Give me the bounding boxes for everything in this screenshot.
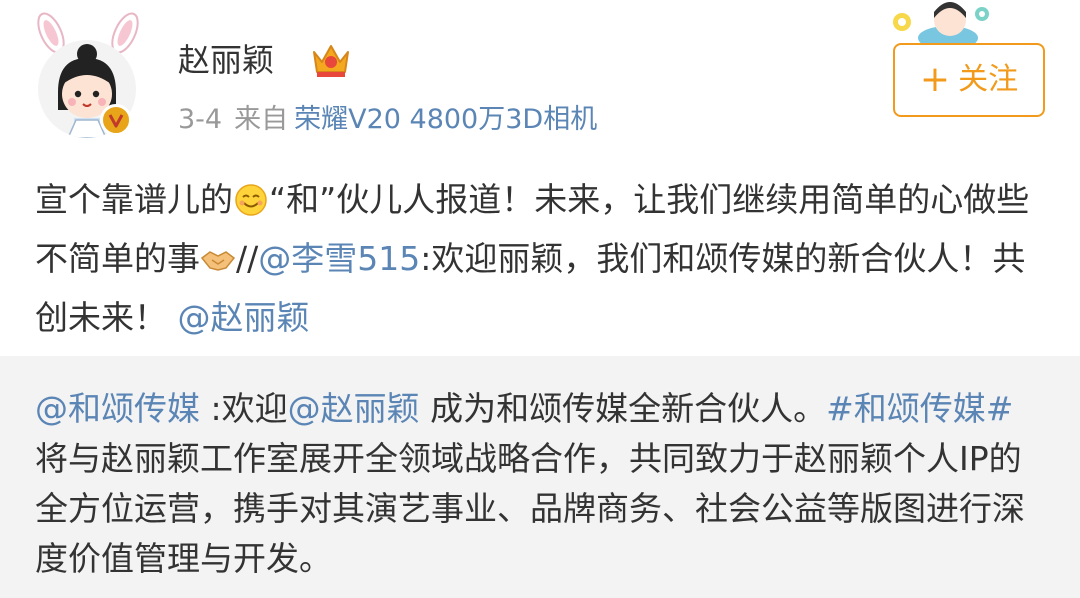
post-content: 宣个靠谱儿的 “和”伙儿人报道！未来，让我们继续用简单的心做些不简单的事//@李雪… bbox=[35, 170, 1045, 347]
repost-author-link[interactable]: @和颂传媒 bbox=[35, 389, 200, 428]
mention-link[interactable]: @赵丽颖 bbox=[288, 389, 420, 428]
content-text-1: 宣个靠谱儿的 bbox=[35, 180, 233, 219]
mention-link[interactable]: @赵丽颖 bbox=[178, 298, 310, 337]
hashtag-link[interactable]: #和颂传媒# bbox=[826, 389, 1013, 428]
post-header: 赵丽颖 3-4 来自 荣耀V20 4800万3D相机 + 关注 bbox=[0, 0, 1080, 150]
handshake-emoji-icon bbox=[200, 251, 236, 271]
content-text-3: // bbox=[236, 239, 259, 278]
follow-label: 关注 bbox=[958, 62, 1019, 97]
mention-link[interactable]: @李雪515 bbox=[258, 239, 420, 278]
repost-text-3: 将与赵丽颖工作室展开全领域战略合作，共同致力于赵丽颖个人IP的全方位运营，携手对… bbox=[35, 439, 1025, 578]
member-crown-icon[interactable] bbox=[310, 40, 352, 80]
avatar-pendant-decoration bbox=[893, 2, 989, 44]
post-meta: 3-4 来自 荣耀V20 4800万3D相机 bbox=[178, 102, 597, 138]
post-source-link[interactable]: 荣耀V20 4800万3D相机 bbox=[294, 104, 597, 135]
repost-content: @和颂传媒 :欢迎@赵丽颖 成为和颂传媒全新合伙人。#和颂传媒# 将与赵丽颖工作室… bbox=[35, 384, 1045, 584]
verified-v-badge-icon bbox=[100, 104, 132, 136]
source-prefix: 来自 bbox=[234, 104, 289, 135]
author-avatar[interactable] bbox=[28, 10, 148, 140]
post-date: 3-4 bbox=[178, 104, 223, 135]
follow-button[interactable]: + 关注 bbox=[893, 43, 1045, 117]
author-name[interactable]: 赵丽颖 bbox=[178, 40, 274, 80]
repost-text-2: 成为和颂传媒全新合伙人。 bbox=[419, 389, 827, 428]
repost-text-1: :欢迎 bbox=[200, 389, 288, 428]
plus-icon: + bbox=[919, 59, 951, 100]
smile-emoji-icon bbox=[235, 184, 267, 216]
